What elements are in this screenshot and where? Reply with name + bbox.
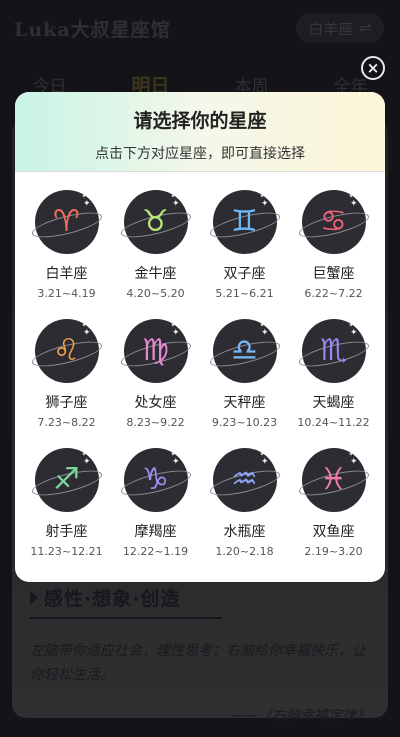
sign-option-libra[interactable]: ✦ ✦ ♎ 天秤座 9.23~10.23 — [200, 319, 289, 448]
sparkle-icon: ✦ — [348, 451, 354, 458]
sign-name: 双子座 — [223, 266, 266, 282]
sparkle-icon: ✦ — [349, 199, 358, 209]
sparkle-icon: ✦ — [171, 457, 180, 467]
sparkle-icon: ✦ — [260, 199, 269, 209]
capricorn-icon: ✦ ✦ ♑ — [118, 448, 193, 512]
sparkle-icon: ✦ — [82, 457, 91, 467]
zodiac-glyph: ♏ — [320, 333, 347, 368]
sparkle-icon: ✦ — [259, 322, 265, 329]
sign-option-virgo[interactable]: ✦ ✦ ♍ 处女座 8.23~9.22 — [111, 319, 200, 448]
zodiac-glyph: ♉ — [142, 204, 169, 239]
sign-dates: 12.22~1.19 — [122, 545, 189, 558]
sign-dates: 7.23~8.22 — [37, 416, 96, 429]
sparkle-icon: ✦ — [259, 451, 265, 458]
sign-name: 双鱼座 — [312, 524, 355, 540]
zodiac-glyph: ♋ — [320, 204, 347, 239]
virgo-icon: ✦ ✦ ♍ — [118, 319, 193, 383]
sign-grid: ✦ ✦ ♈ 白羊座 3.21~4.19 ✦ ✦ ♉ 金牛座 4.20~5.20 ✦ ✦ ♊ 双子座 5.21… — [15, 172, 385, 577]
sign-option-aquarius[interactable]: ✦ ✦ ♒ 水瓶座 1.20~2.18 — [200, 448, 289, 577]
sparkle-icon: ✦ — [260, 328, 269, 338]
sparkle-icon: ✦ — [170, 322, 176, 329]
sign-option-capricorn[interactable]: ✦ ✦ ♑ 摩羯座 12.22~1.19 — [111, 448, 200, 577]
aries-icon: ✦ ✦ ♈ — [29, 190, 104, 254]
motto-text: 左脑带你适应社会，理性思考；右脑给你幸福快乐，让你轻松生活。 — [30, 643, 366, 683]
zodiac-glyph: ♎ — [231, 333, 258, 368]
modal-subtitle: 点击下方对应星座，即可直接选择 — [95, 146, 305, 162]
sign-name: 水瓶座 — [223, 524, 266, 540]
sign-dates: 3.21~4.19 — [37, 287, 96, 300]
sign-name: 天秤座 — [223, 395, 266, 411]
zodiac-glyph: ♍ — [142, 333, 169, 368]
sign-name: 狮子座 — [45, 395, 88, 411]
libra-icon: ✦ ✦ ♎ — [207, 319, 282, 383]
sparkle-icon: ✦ — [348, 193, 354, 200]
sagittarius-icon: ✦ ✦ ♐ — [29, 448, 104, 512]
sign-dates: 8.23~9.22 — [126, 416, 185, 429]
sparkle-icon: ✦ — [348, 322, 354, 329]
sparkle-icon: ✦ — [170, 193, 176, 200]
sparkle-icon: ✦ — [81, 322, 87, 329]
sign-name: 处女座 — [134, 395, 177, 411]
zodiac-glyph: ♈ — [53, 204, 80, 239]
sign-option-gemini[interactable]: ✦ ✦ ♊ 双子座 5.21~6.21 — [200, 190, 289, 319]
sign-name: 巨蟹座 — [312, 266, 355, 282]
sign-picker-modal: 请选择你的星座 点击下方对应星座，即可直接选择 ✦ ✦ ♈ 白羊座 3.21~4.19 ✦… — [15, 92, 385, 582]
sparkle-icon: ✦ — [259, 193, 265, 200]
zodiac-glyph: ♊ — [231, 204, 258, 239]
zodiac-glyph: ♐ — [53, 462, 80, 497]
sign-dates: 9.23~10.23 — [211, 416, 278, 429]
motto-section: 感性·想象·创造 左脑带你适应社会，理性思考；右脑给你幸福快乐，让你轻松生活。 … — [30, 584, 370, 725]
sign-dates: 11.23~12.21 — [30, 545, 103, 558]
sign-name: 天蝎座 — [312, 395, 355, 411]
sparkle-icon: ✦ — [171, 328, 180, 338]
sign-option-taurus[interactable]: ✦ ✦ ♉ 金牛座 4.20~5.20 — [111, 190, 200, 319]
sparkle-icon: ✦ — [171, 199, 180, 209]
scorpio-icon: ✦ ✦ ♏ — [296, 319, 371, 383]
triangle-icon — [30, 590, 38, 605]
cancer-icon: ✦ ✦ ♋ — [296, 190, 371, 254]
sign-dates: 5.21~6.21 — [215, 287, 274, 300]
gemini-icon: ✦ ✦ ♊ — [207, 190, 282, 254]
sign-name: 射手座 — [45, 524, 88, 540]
aquarius-icon: ✦ ✦ ♒ — [207, 448, 282, 512]
motto-title: 感性·想象·创造 — [30, 584, 222, 619]
zodiac-glyph: ♌ — [53, 333, 80, 368]
sign-option-cancer[interactable]: ✦ ✦ ♋ 巨蟹座 6.22~7.22 — [289, 190, 378, 319]
sign-name: 金牛座 — [134, 266, 177, 282]
sign-option-leo[interactable]: ✦ ✦ ♌ 狮子座 7.23~8.22 — [22, 319, 111, 448]
sparkle-icon: ✦ — [170, 451, 176, 458]
zodiac-glyph: ♓ — [320, 462, 347, 497]
sparkle-icon: ✦ — [349, 328, 358, 338]
motto-source: ——《右脑幸福定律》 — [230, 708, 370, 724]
zodiac-glyph: ♒ — [231, 462, 258, 497]
motto-title-text: 感性·想象·创造 — [44, 588, 181, 610]
sign-name: 白羊座 — [45, 266, 88, 282]
modal-title: 请选择你的星座 — [133, 110, 267, 132]
close-icon[interactable]: × — [361, 56, 385, 80]
sparkle-icon: ✦ — [349, 457, 358, 467]
sparkle-icon: ✦ — [82, 199, 91, 209]
sign-dates: 1.20~2.18 — [215, 545, 274, 558]
zodiac-glyph: ♑ — [142, 462, 169, 497]
sign-option-scorpio[interactable]: ✦ ✦ ♏ 天蝎座 10.24~11.22 — [289, 319, 378, 448]
sign-dates: 6.22~7.22 — [304, 287, 363, 300]
sign-dates: 4.20~5.20 — [126, 287, 185, 300]
pisces-icon: ✦ ✦ ♓ — [296, 448, 371, 512]
modal-header: 请选择你的星座 点击下方对应星座，即可直接选择 — [15, 92, 385, 172]
leo-icon: ✦ ✦ ♌ — [29, 319, 104, 383]
taurus-icon: ✦ ✦ ♉ — [118, 190, 193, 254]
sparkle-icon: ✦ — [260, 457, 269, 467]
sign-option-pisces[interactable]: ✦ ✦ ♓ 双鱼座 2.19~3.20 — [289, 448, 378, 577]
sign-option-sagittarius[interactable]: ✦ ✦ ♐ 射手座 11.23~12.21 — [22, 448, 111, 577]
sign-name: 摩羯座 — [134, 524, 177, 540]
sign-dates: 10.24~11.22 — [297, 416, 370, 429]
sign-dates: 2.19~3.20 — [304, 545, 363, 558]
sparkle-icon: ✦ — [82, 328, 91, 338]
sparkle-icon: ✦ — [81, 451, 87, 458]
sparkle-icon: ✦ — [81, 193, 87, 200]
sign-option-aries[interactable]: ✦ ✦ ♈ 白羊座 3.21~4.19 — [22, 190, 111, 319]
